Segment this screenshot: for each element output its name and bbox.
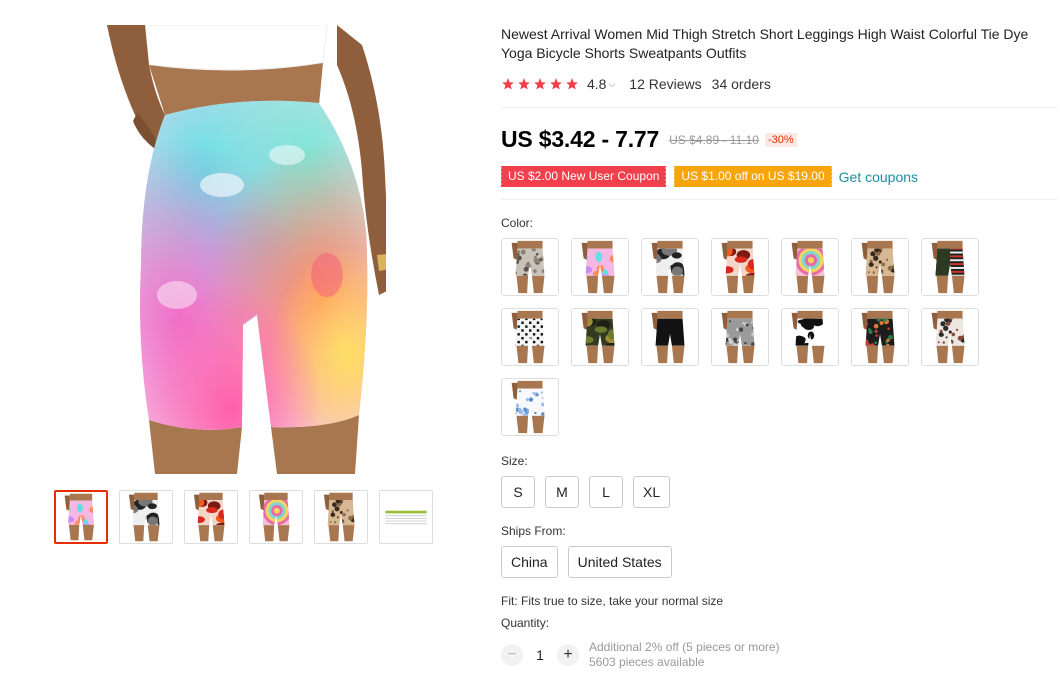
color-label: Color:: [501, 216, 534, 230]
divider: [501, 107, 1057, 108]
color-swatch-snake-grey[interactable]: [711, 308, 769, 366]
quantity-stepper: − 1 + Additional 2% off (5 pieces or mor…: [501, 640, 1057, 670]
stock-available: 5603 pieces available: [589, 655, 705, 669]
bulk-discount-note: Additional 2% off (5 pieces or more): [589, 640, 780, 654]
ships-from-label: Ships From:: [501, 524, 566, 538]
color-swatch-dino-white[interactable]: [501, 378, 559, 436]
rating-value[interactable]: 4.8: [587, 76, 606, 92]
color-swatch-snake[interactable]: [501, 238, 559, 296]
size-label: Size:: [501, 454, 528, 468]
reviews-link[interactable]: 12 Reviews: [629, 76, 701, 92]
quantity-value[interactable]: 1: [523, 647, 557, 663]
main-product-image[interactable]: [37, 25, 386, 474]
color-swatch-cow[interactable]: [781, 308, 839, 366]
chevron-down-icon[interactable]: ⌵: [608, 79, 615, 90]
color-swatches: [501, 238, 1057, 436]
discount-badge: -30%: [764, 132, 797, 147]
divider: [501, 199, 1057, 200]
quantity-increase-button[interactable]: +: [557, 644, 579, 666]
thumbnail-strip: [54, 490, 433, 544]
color-swatch-red-splash[interactable]: [711, 238, 769, 296]
star-icon: [502, 78, 514, 90]
price-row: US $3.42 - 7.77 US $4.89 - 11.10 -30%: [501, 126, 1057, 153]
color-swatch-leopard[interactable]: [851, 238, 909, 296]
thumbnail-5[interactable]: [314, 490, 368, 544]
color-swatch-camo-green[interactable]: [571, 308, 629, 366]
thumbnail-6[interactable]: [379, 490, 433, 544]
size-options: S M L XL: [501, 476, 1057, 508]
size-option-m[interactable]: M: [545, 476, 579, 508]
product-info: Newest Arrival Women Mid Thigh Stretch S…: [499, 25, 1057, 670]
color-swatch-stripes-flag[interactable]: [921, 238, 979, 296]
star-icon: [566, 78, 578, 90]
ships-from-china[interactable]: China: [501, 546, 558, 578]
current-price: US $3.42 - 7.77: [501, 126, 660, 152]
star-icon: [534, 78, 546, 90]
star-icon: [550, 78, 562, 90]
thumbnail-3[interactable]: [184, 490, 238, 544]
new-user-coupon[interactable]: US $2.00 New User Coupon: [499, 166, 667, 187]
orders-count: 34 orders: [711, 76, 771, 92]
color-swatch-black[interactable]: [641, 308, 699, 366]
color-swatch-camo-bw[interactable]: [641, 238, 699, 296]
color-swatch-spiral[interactable]: [781, 238, 839, 296]
ships-from-options: China United States: [501, 546, 1057, 578]
fit-note: Fit: Fits true to size, take your normal…: [501, 594, 724, 608]
quantity-note: Additional 2% off (5 pieces or more) 560…: [589, 640, 780, 670]
thumbnail-1[interactable]: [54, 490, 108, 544]
thumbnail-2[interactable]: [119, 490, 173, 544]
rating-row: 4.8 ⌵ 12 Reviews 34 orders: [501, 75, 1057, 93]
size-option-l[interactable]: L: [589, 476, 623, 508]
size-option-s[interactable]: S: [501, 476, 535, 508]
color-swatch-paisley[interactable]: [921, 308, 979, 366]
ships-from-united-states[interactable]: United States: [567, 546, 672, 578]
product-title: Newest Arrival Women Mid Thigh Stretch S…: [501, 26, 1029, 61]
threshold-coupon[interactable]: US $1.00 off on US $19.00: [673, 166, 832, 187]
rating-stars[interactable]: [501, 77, 579, 91]
thumbnail-4[interactable]: [249, 490, 303, 544]
color-swatch-tiedye[interactable]: [571, 238, 629, 296]
original-price: US $4.89 - 11.10: [669, 132, 759, 147]
get-coupons-link[interactable]: Get coupons: [839, 169, 918, 185]
color-swatch-houndstooth[interactable]: [501, 308, 559, 366]
coupon-row: US $2.00 New User Coupon US $1.00 off on…: [499, 166, 1057, 187]
quantity-label: Quantity:: [501, 616, 550, 630]
star-icon: [518, 78, 530, 90]
color-swatch-floral-dark[interactable]: [851, 308, 909, 366]
quantity-decrease-button[interactable]: −: [501, 644, 523, 666]
size-option-xl[interactable]: XL: [633, 476, 671, 508]
